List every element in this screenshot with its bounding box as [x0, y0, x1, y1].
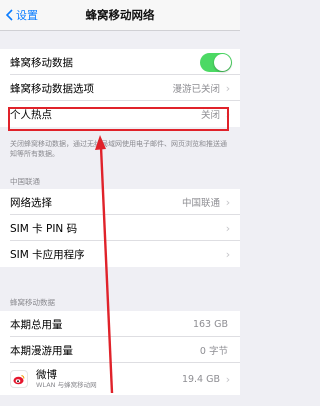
annotation-arrow — [95, 135, 114, 394]
